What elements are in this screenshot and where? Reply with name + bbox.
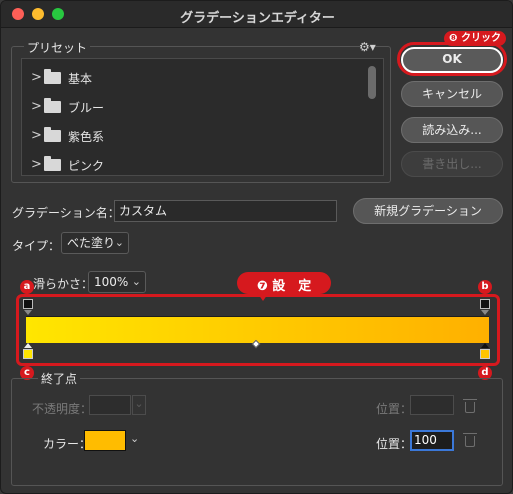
cancel-button[interactable]: キャンセル [401,81,503,107]
type-label: タイプ： [12,239,61,253]
color-location-label: 位置： [376,437,413,451]
preset-folder-label: 紫色系 [68,130,105,144]
ok-button[interactable]: OK [401,47,503,73]
stop-a-badge: a [20,280,34,294]
setting-annotation-text: ❼ 設 定 [256,279,312,294]
gradient-name-label: グラデーション名： [12,206,120,220]
smoothness-value: 100% [94,275,129,289]
chevron-down-icon: ⌄ [131,275,141,288]
delete-color-stop-icon[interactable] [463,433,477,447]
presets-label: プリセット [24,39,91,56]
opacity-stop-right-pointer [481,310,489,315]
gear-icon[interactable]: ⚙▾ [359,40,376,54]
new-gradient-button[interactable]: 新規グラデーション [353,198,503,224]
chevron-down-icon: ⌄ [114,236,124,249]
smoothness-label: 滑らかさ： [33,277,94,291]
window-title: グラデーションエディター [180,11,335,26]
chevron-right-icon[interactable]: > [31,70,42,85]
preset-folder-blue[interactable]: > ブルー [22,93,367,121]
opacity-stop-left[interactable] [23,299,33,309]
stops-group-label: 終了点 [38,370,81,387]
color-stop-right-pointer [481,343,489,348]
preset-scrollbar[interactable] [368,66,376,99]
stop-b-badge: b [478,280,492,294]
color-swatch[interactable] [84,430,126,451]
preset-list[interactable]: > 基本 > ブルー > 紫色系 > ピンク [21,58,384,176]
opacity-location-label: 位置： [376,402,413,416]
preset-folder-purple[interactable]: > 紫色系 [22,122,367,150]
opacity-dropdown-caret[interactable]: ⌄ [132,395,146,415]
opacity-input[interactable] [89,395,131,415]
opacity-location-input[interactable] [410,395,454,415]
gradient-name-input[interactable]: カスタム [114,200,337,222]
chevron-right-icon[interactable]: > [31,128,42,143]
chevron-down-icon[interactable]: ⌄ [130,432,139,445]
chevron-right-icon[interactable]: > [31,157,42,172]
opacity-label: 不透明度： [32,402,93,416]
preset-folder-pink[interactable]: > ピンク [22,151,367,175]
chevron-right-icon[interactable]: > [31,99,42,114]
preset-folder-label: 基本 [68,72,93,86]
color-stop-left-pointer [24,343,32,348]
folder-icon [44,127,61,142]
type-dropdown[interactable]: べた塗り ⌄ [61,232,129,254]
color-location-input[interactable]: 100 [410,430,454,451]
preset-folder-label: ピンク [68,159,105,173]
opacity-stop-right[interactable] [480,299,490,309]
preset-folder-label: ブルー [68,101,105,115]
title-bar: グラデーションエディター [1,1,512,28]
preset-folder-basic[interactable]: > 基本 [22,64,367,92]
gradient-editor-window: グラデーションエディター プリセット ⚙▾ > 基本 > ブルー > 紫色系 >… [0,0,513,494]
gradient-preview-bar[interactable] [26,316,489,343]
color-stop-left[interactable] [23,349,33,359]
color-stop-right[interactable] [480,349,490,359]
export-button[interactable]: 書き出し... [401,151,503,177]
type-value: べた塗り [67,236,116,250]
folder-icon [44,69,61,84]
setting-annotation-badge: ❼ 設 定 [237,272,331,294]
click-annotation-badge: ❽ クリック [444,31,506,46]
delete-opacity-stop-icon[interactable] [463,399,477,413]
folder-icon [44,156,61,171]
opacity-stop-left-pointer [24,310,32,315]
import-button[interactable]: 読み込み... [401,117,503,143]
smoothness-dropdown[interactable]: 100% ⌄ [88,271,146,293]
folder-icon [44,98,61,113]
